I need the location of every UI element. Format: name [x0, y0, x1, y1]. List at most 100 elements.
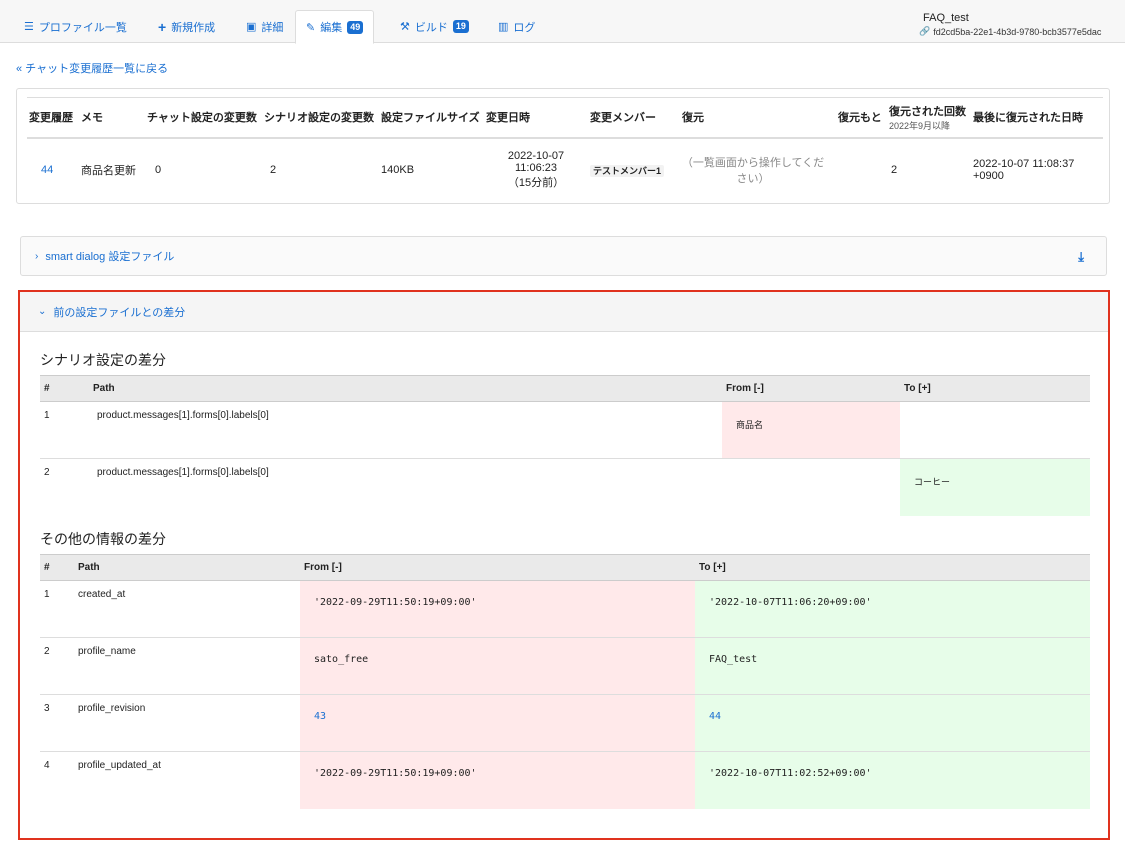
col-revision: 変更履歴 — [27, 97, 79, 139]
col-restore-count: 復元された回数 2022年9月以降 — [887, 97, 971, 139]
chevron-down-icon: ⌄ — [38, 306, 47, 317]
tab-label: ビルド — [414, 21, 448, 34]
tab-log[interactable]: ▥ ログ — [488, 10, 545, 43]
profile-id-link[interactable]: 🔗 fd2cd5ba-22e1-4b3d-9780-bcb3577e5dac — [919, 26, 1115, 37]
edit-icon: ✎ — [306, 21, 316, 34]
restore-source-cell — [836, 138, 887, 202]
list-icon: ☰ — [24, 21, 34, 33]
restore-cell: （一覧画面から操作してください） — [681, 157, 825, 185]
settings-file-panel-title: smart dialog 設定ファイル — [45, 251, 175, 263]
scenario-diff-title: シナリオ設定の差分 — [40, 352, 166, 368]
row-num: 3 — [40, 694, 72, 752]
row-num: 1 — [40, 401, 85, 459]
tab-label: 詳細 — [261, 21, 284, 34]
scenario-changes-cell: 2 — [270, 164, 277, 176]
table-row: 1 created_at '2022-09-29T11:50:19+09:00'… — [40, 580, 1090, 638]
profile-id: fd2cd5ba-22e1-4b3d-9780-bcb3577e5dac — [933, 26, 1102, 37]
changed-at-cell: 2022-10-07 11:06:23 （15分前） — [484, 138, 588, 202]
other-diff-table: # Path From [-] To [+] 1 created_at '202… — [40, 554, 1090, 809]
table-row: 4 profile_updated_at '2022-09-29T11:50:1… — [40, 751, 1090, 809]
row-from — [722, 459, 900, 516]
row-from: '2022-09-29T11:50:19+09:00' — [300, 751, 695, 809]
current-profile: FAQ_test 🔗 fd2cd5ba-22e1-4b3d-9780-bcb35… — [919, 12, 1115, 37]
diff-panel: ⌄ 前の設定ファイルとの差分 シナリオ設定の差分 # Path From [-]… — [18, 290, 1110, 840]
profile-name: FAQ_test — [923, 12, 969, 24]
file-size-cell: 140KB — [381, 164, 415, 176]
revision-link[interactable]: 44 — [41, 164, 53, 176]
download-icon[interactable]: ⤓ — [1078, 249, 1084, 265]
restore-count-label: 復元された回数 — [889, 105, 966, 118]
wrench-icon: ⚒ — [400, 21, 410, 33]
row-num: 2 — [44, 467, 50, 478]
edit-count-badge: 49 — [347, 20, 364, 34]
changed-ago: （15分前） — [507, 177, 565, 189]
scenario-diff-table: # Path From [-] To [+] 1 product.message… — [40, 375, 1090, 516]
restore-count-sublabel: 2022年9月以降 — [889, 120, 951, 131]
build-count-badge: 19 — [452, 20, 469, 33]
col-file-size: 設定ファイルサイズ — [379, 97, 484, 139]
other-diff-title: その他の情報の差分 — [40, 531, 166, 547]
row-num: 1 — [40, 580, 72, 638]
back-to-history-link[interactable]: « チャット変更履歴一覧に戻る — [16, 60, 168, 76]
diff-panel-header[interactable]: ⌄ 前の設定ファイルとの差分 — [20, 292, 1108, 332]
top-nav-bar: ☰ プロファイル一覧 + 新規作成 ▣ 詳細 ✎ 編集 49 ⚒ ビルド 19 … — [0, 0, 1125, 44]
row-from: 43 — [300, 694, 695, 752]
tab-label: プロファイル一覧 — [38, 21, 127, 34]
col-memo: メモ — [79, 97, 145, 139]
col-changed-at: 変更日時 — [484, 97, 588, 139]
tab-profile-list[interactable]: ☰ プロファイル一覧 — [14, 10, 137, 43]
col-to: To [+] — [695, 554, 1090, 581]
row-path: profile_revision — [72, 694, 300, 752]
row-num: 4 — [44, 760, 50, 771]
col-num: # — [40, 554, 72, 581]
member-tag: テストメンバー1 — [590, 164, 665, 177]
table-row: 1 product.messages[1].forms[0].labels[0]… — [40, 401, 1090, 459]
col-from: From [-] — [300, 554, 695, 581]
row-num: 2 — [40, 637, 72, 695]
last-restored-cell: 2022-10-07 11:08:37 +0900 — [973, 158, 1075, 182]
settings-file-panel-header[interactable]: › smart dialog 設定ファイル ⤓ — [20, 236, 1107, 276]
row-from: sato_free — [300, 637, 695, 695]
diff-panel-title: 前の設定ファイルとの差分 — [53, 306, 186, 319]
table-row: 2 product.messages[1].forms[0].labels[0]… — [40, 458, 1090, 516]
row-to: FAQ_test — [695, 637, 1090, 695]
table-row: 2 profile_name sato_free FAQ_test — [40, 637, 1090, 695]
changed-time: 11:06:23 — [514, 162, 557, 174]
col-to: To [+] — [900, 375, 1090, 402]
col-from: From [-] — [722, 375, 900, 402]
chart-icon: ▥ — [498, 21, 509, 33]
col-member: 変更メンバー — [588, 97, 680, 139]
row-path: created_at — [72, 580, 300, 638]
col-scenario-changes: シナリオ設定の変更数 — [262, 97, 379, 139]
table-row: 3 profile_revision 43 44 — [40, 694, 1090, 752]
memo-cell: 商品名更新 — [81, 165, 136, 177]
history-table: 変更履歴 メモ チャット設定の変更数 シナリオ設定の変更数 設定ファイルサイズ … — [27, 97, 1103, 202]
row-path: product.messages[1].forms[0].labels[0] — [97, 467, 269, 478]
row-from: 商品名 — [722, 401, 900, 459]
tab-build[interactable]: ⚒ ビルド 19 — [390, 10, 479, 43]
history-card: 変更履歴 メモ チャット設定の変更数 シナリオ設定の変更数 設定ファイルサイズ … — [16, 88, 1110, 204]
col-path: Path — [85, 375, 722, 402]
document-icon: ▣ — [246, 21, 257, 33]
row-from: '2022-09-29T11:50:19+09:00' — [300, 580, 695, 638]
row-path: product.messages[1].forms[0].labels[0] — [85, 401, 722, 459]
col-last-restored: 最後に復元された日時 — [971, 97, 1103, 139]
chevron-right-icon: › — [35, 250, 39, 262]
tab-edit[interactable]: ✎ 編集 49 — [295, 10, 375, 44]
col-chat-changes: チャット設定の変更数 — [145, 97, 262, 139]
table-row: 44 商品名更新 0 2 140KB 2022-10-07 11:06:23 （… — [27, 138, 1103, 202]
row-path: profile_updated_at — [78, 760, 161, 771]
tab-new[interactable]: + 新規作成 — [148, 10, 225, 43]
col-restore-source: 復元もと — [836, 97, 887, 139]
tab-label: ログ — [513, 21, 536, 34]
row-to — [900, 401, 1090, 459]
col-restore: 復元 — [680, 97, 836, 139]
row-to: コーヒー — [900, 458, 1090, 516]
link-icon: 🔗 — [919, 26, 931, 36]
row-to: 44 — [695, 694, 1090, 752]
row-path: profile_name — [72, 637, 300, 695]
tab-detail[interactable]: ▣ 詳細 — [236, 10, 293, 43]
row-to: '2022-10-07T11:06:20+09:00' — [695, 580, 1090, 638]
tab-label: 編集 — [320, 22, 343, 34]
chat-changes-cell: 0 — [155, 164, 162, 176]
